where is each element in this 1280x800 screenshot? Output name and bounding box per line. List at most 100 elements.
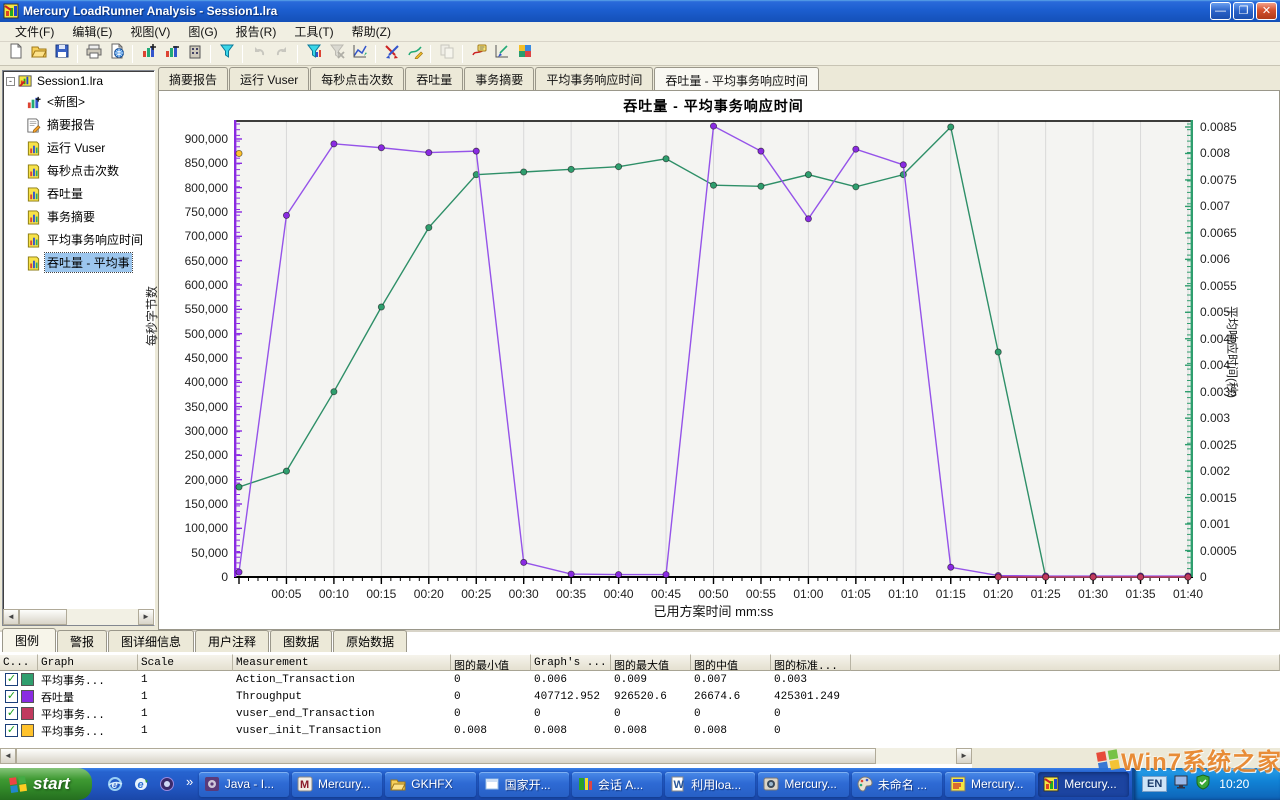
data-point-Action_Transaction[interactable] — [805, 172, 811, 178]
menu-item-1[interactable]: 编辑(E) — [63, 21, 121, 42]
taskbar-button-7[interactable]: 未命名 ... — [852, 772, 942, 797]
column-header-7[interactable]: 图的中值 — [691, 654, 771, 671]
data-point-vuser_end_Transaction[interactable] — [1137, 574, 1143, 580]
tree-item-label[interactable]: 每秒点击次数 — [45, 161, 121, 180]
tree-item-label[interactable]: 吞吐量 - 平均事 — [45, 253, 132, 272]
tree-item-5[interactable]: 事务摘要 — [25, 205, 154, 228]
chart-plot[interactable] — [234, 120, 1193, 587]
legend-window-button[interactable] — [467, 43, 490, 64]
maximize-button[interactable]: ❐ — [1233, 2, 1254, 20]
data-point-Throughput[interactable] — [900, 162, 906, 168]
data-point-Action_Transaction[interactable] — [378, 304, 384, 310]
language-indicator[interactable]: EN — [1142, 776, 1167, 792]
tree-item-0[interactable]: <新图> — [25, 90, 154, 113]
new-session-button[interactable] — [4, 43, 27, 64]
tree-item-label[interactable]: 运行 Vuser — [45, 138, 107, 157]
merge-graphs-button[interactable] — [348, 43, 371, 64]
data-point-Action_Transaction[interactable] — [710, 182, 716, 188]
table-row[interactable]: ✓平均事务...1vuser_init_Transaction0.0080.00… — [0, 722, 1280, 739]
measurement-button[interactable] — [490, 43, 513, 64]
row-checkbox[interactable]: ✓ — [5, 707, 18, 720]
menu-item-6[interactable]: 帮助(Z) — [343, 21, 400, 42]
data-point-Throughput[interactable] — [853, 146, 859, 152]
data-point-Action_Transaction[interactable] — [426, 224, 432, 230]
cross-with-result-button[interactable] — [380, 43, 403, 64]
column-header-0[interactable]: C... — [0, 654, 38, 671]
mosaic-button[interactable] — [513, 43, 536, 64]
close-button[interactable]: ✕ — [1256, 2, 1277, 20]
legend-horizontal-scrollbar[interactable]: ◄ ► — [0, 748, 972, 764]
data-point-vuser_end_Transaction[interactable] — [995, 574, 1001, 580]
taskbar-button-8[interactable]: Mercury... — [945, 772, 1035, 797]
data-point-vuser_end_Transaction[interactable] — [1043, 574, 1049, 580]
data-point-Action_Transaction[interactable] — [663, 156, 669, 162]
menu-item-0[interactable]: 文件(F) — [6, 21, 63, 42]
data-point-Action_Transaction[interactable] — [283, 468, 289, 474]
data-point-Throughput[interactable] — [663, 571, 669, 577]
taskbar-button-4[interactable]: 会话 A... — [572, 772, 662, 797]
chart-canvas[interactable] — [234, 120, 1193, 587]
data-point-Action_Transaction[interactable] — [758, 183, 764, 189]
data-point-Throughput[interactable] — [521, 559, 527, 565]
data-point-Throughput[interactable] — [426, 150, 432, 156]
data-point-Action_Transaction[interactable] — [568, 166, 574, 172]
data-point-Throughput[interactable] — [236, 569, 242, 575]
column-header-4[interactable]: 图的最小值 — [451, 654, 531, 671]
bottom-tab-4[interactable]: 图数据 — [270, 630, 332, 652]
row-checkbox[interactable]: ✓ — [5, 724, 18, 737]
column-header-5[interactable]: Graph's ... — [531, 654, 611, 671]
data-point-Throughput[interactable] — [331, 141, 337, 147]
shield-icon[interactable] — [1195, 777, 1211, 794]
tree-item-label[interactable]: <新图> — [45, 92, 87, 111]
menu-item-5[interactable]: 工具(T) — [285, 21, 342, 42]
tree-item-label[interactable]: 事务摘要 — [45, 207, 97, 226]
tab-5[interactable]: 平均事务响应时间 — [535, 67, 653, 90]
ie-channel-quicklaunch[interactable]: e — [131, 774, 151, 794]
tree-item-label[interactable]: 平均事务响应时间 — [45, 230, 145, 249]
tree-item-3[interactable]: 每秒点击次数 — [25, 159, 154, 182]
delete-graph-button[interactable] — [160, 43, 183, 64]
scroll-thumb[interactable] — [19, 609, 67, 625]
tree-item-1[interactable]: 摘要报告 — [25, 113, 154, 136]
tree-item-6[interactable]: 平均事务响应时间 — [25, 228, 154, 251]
global-filter-button[interactable] — [215, 43, 238, 64]
data-point-vuser_init_Transaction[interactable] — [236, 150, 242, 156]
scroll-right-icon[interactable]: ► — [138, 609, 154, 625]
session-info-button[interactable] — [183, 43, 206, 64]
column-header-3[interactable]: Measurement — [233, 654, 451, 671]
chevron-icon[interactable]: » — [186, 774, 193, 789]
add-graph-button[interactable] — [137, 43, 160, 64]
tab-0[interactable]: 摘要报告 — [158, 67, 228, 90]
taskbar-button-2[interactable]: GKHFX — [385, 772, 475, 797]
save-button[interactable] — [50, 43, 73, 64]
row-checkbox[interactable]: ✓ — [5, 673, 18, 686]
tree-expander-icon[interactable]: - — [6, 77, 15, 86]
start-button[interactable]: start — [0, 768, 92, 800]
data-point-Throughput[interactable] — [473, 148, 479, 154]
scroll-thumb[interactable] — [16, 748, 876, 764]
ie-quicklaunch[interactable]: e — [105, 774, 125, 794]
data-point-vuser_end_Transaction[interactable] — [1090, 574, 1096, 580]
data-point-Action_Transaction[interactable] — [948, 124, 954, 130]
tree-item-label[interactable]: 吞吐量 — [45, 184, 85, 203]
tree-root-session[interactable]: - Session1.lra — [3, 71, 154, 90]
tab-6[interactable]: 吞吐量 - 平均事务响应时间 — [654, 67, 819, 91]
taskbar-button-5[interactable]: W利用loa... — [665, 772, 755, 797]
column-header-8[interactable]: 图的标准... — [771, 654, 851, 671]
data-point-vuser_end_Transaction[interactable] — [1185, 574, 1191, 580]
open-button[interactable] — [27, 43, 50, 64]
bottom-tab-3[interactable]: 用户注释 — [195, 630, 269, 652]
data-point-Throughput[interactable] — [805, 216, 811, 222]
bottom-tab-2[interactable]: 图详细信息 — [108, 630, 194, 652]
set-filter-button[interactable] — [302, 43, 325, 64]
data-point-Throughput[interactable] — [378, 145, 384, 151]
data-point-Action_Transaction[interactable] — [616, 164, 622, 170]
taskbar-button-3[interactable]: 国家开... — [479, 772, 569, 797]
taskbar-button-1[interactable]: MMercury... — [292, 772, 382, 797]
scroll-left-icon[interactable]: ◄ — [3, 609, 19, 625]
data-point-Throughput[interactable] — [948, 564, 954, 570]
tree-item-4[interactable]: 吞吐量 — [25, 182, 154, 205]
data-point-Action_Transaction[interactable] — [853, 184, 859, 190]
scroll-right-icon[interactable]: ► — [956, 748, 972, 764]
bottom-tab-5[interactable]: 原始数据 — [333, 630, 407, 652]
